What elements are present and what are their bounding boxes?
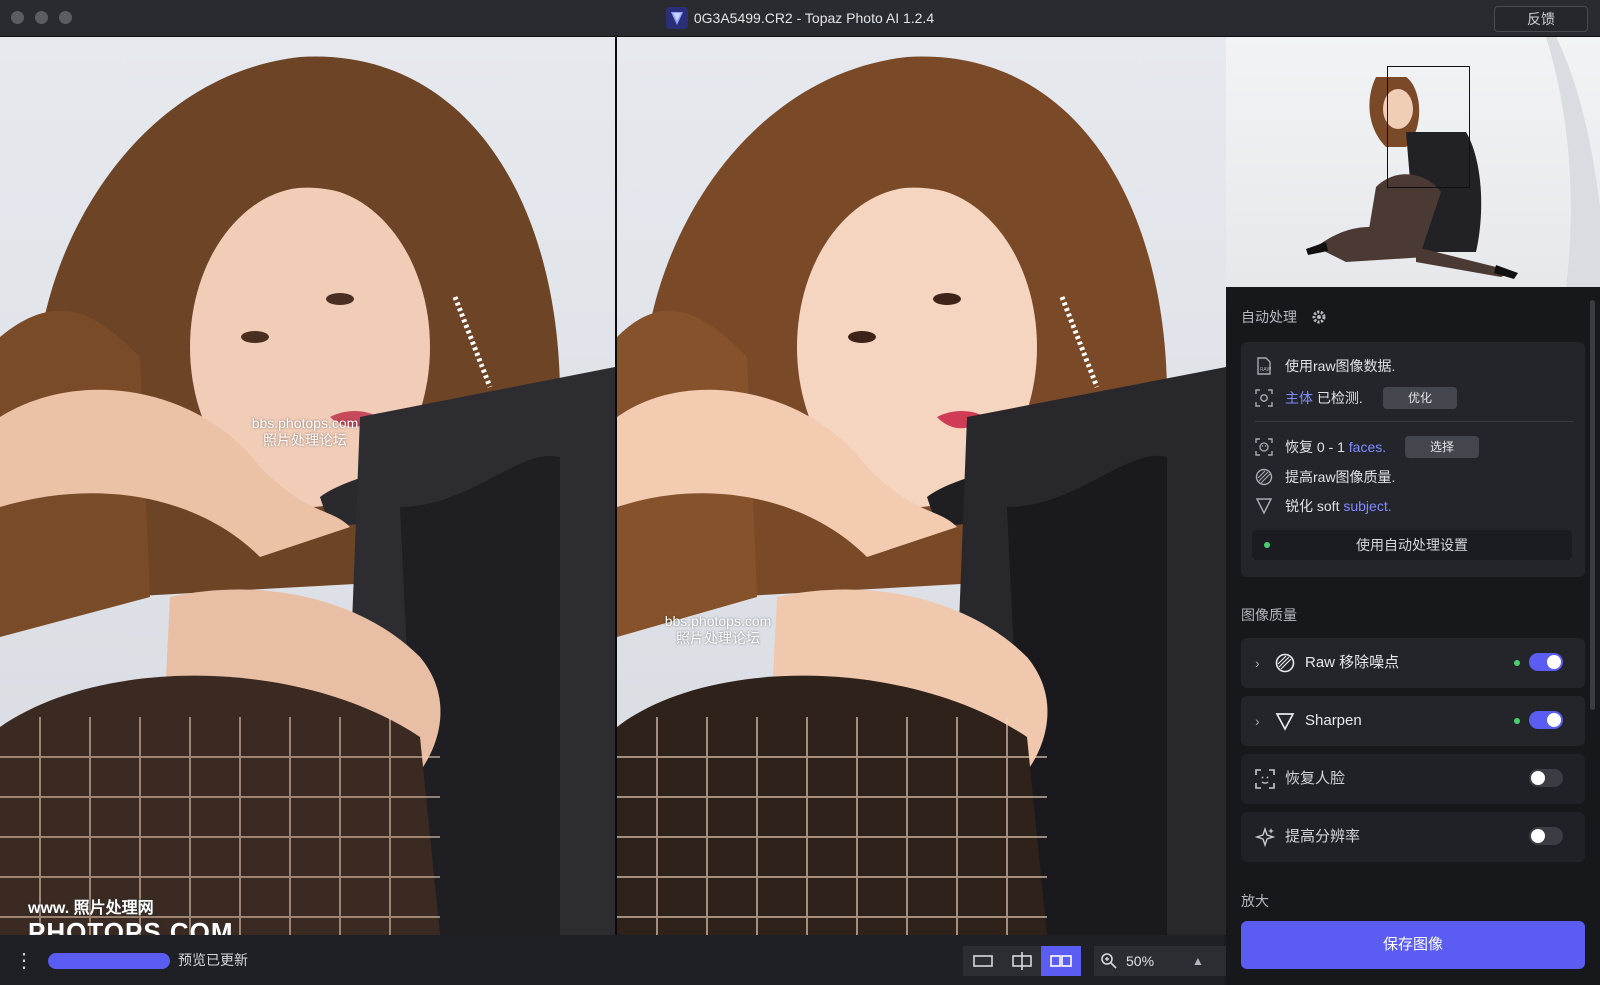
apply-autopilot-button[interactable]: 使用自动处理设置 [1252, 530, 1572, 560]
subject-link[interactable]: 主体 [1285, 390, 1313, 406]
window-title-text: 0G3A5499.CR2 - Topaz Photo AI 1.2.4 [693, 10, 935, 26]
sparkle-icon [1255, 827, 1275, 847]
title-bar: 0G3A5499.CR2 - Topaz Photo AI 1.2.4 反馈 [0, 0, 1600, 37]
filter-face-recovery[interactable]: 恢复人脸 [1241, 754, 1585, 804]
filter-name: Sharpen [1305, 712, 1362, 729]
filter-raw-denoise[interactable]: › Raw 移除噪点 [1241, 638, 1585, 688]
original-photo [0, 37, 615, 935]
gear-icon[interactable] [1311, 309, 1327, 325]
autopilot-divider [1255, 421, 1573, 422]
subject-detected-text: 主体 已检测. [1285, 388, 1363, 408]
raw-file-icon: RAW [1257, 357, 1271, 375]
face-recovery-icon [1255, 769, 1275, 789]
split-view-button[interactable] [1002, 946, 1042, 976]
watermark-right-url: bbs.photops.com [664, 613, 772, 629]
preview-progress-bar [48, 953, 170, 969]
window-title: 0G3A5499.CR2 - Topaz Photo AI 1.2.4 [0, 0, 1600, 36]
feedback-button[interactable]: 反馈 [1494, 6, 1588, 32]
filter-active-dot [1514, 660, 1520, 666]
single-view-icon [973, 954, 993, 967]
filter-toggle[interactable] [1529, 711, 1563, 729]
faces-text: 恢复 0 - 1 faces. [1285, 437, 1386, 457]
side-by-side-icon [1050, 954, 1072, 967]
watermark-left: bbs.photops.com 照片处理论坛 [245, 415, 365, 449]
chevron-right-icon[interactable]: › [1255, 696, 1260, 746]
svg-text:RAW: RAW [1260, 367, 1271, 373]
save-image-button[interactable]: 保存图像 [1241, 921, 1585, 969]
faces-prefix: 恢复 0 - 1 [1285, 439, 1345, 455]
refine-subject-button[interactable]: 优化 [1383, 387, 1457, 409]
filter-sharpen[interactable]: › Sharpen [1241, 696, 1585, 746]
watermark-right-cn: 照片处理论坛 [676, 630, 760, 646]
faces-link[interactable]: faces. [1349, 439, 1386, 455]
side-by-side-view-button[interactable] [1041, 946, 1081, 976]
sharpen-prefix: 锐化 soft [1285, 498, 1340, 514]
watermark-left-url: bbs.photops.com [251, 415, 359, 431]
sharpen-subject-link[interactable]: subject. [1343, 498, 1391, 514]
zoom-value: 50% [1126, 953, 1155, 969]
zoom-chevron-up-icon[interactable]: ▲ [1192, 952, 1204, 970]
subject-status: 已检测. [1316, 390, 1363, 406]
sharpen-text: 锐化 soft subject. [1285, 496, 1392, 516]
subject-detect-icon [1255, 389, 1273, 407]
filter-active-dot [1514, 718, 1520, 724]
select-faces-button[interactable]: 选择 [1405, 436, 1479, 458]
image-quality-title: 图像质量 [1241, 607, 1297, 623]
filter-name: 恢复人脸 [1285, 770, 1346, 787]
sharpen-icon [1275, 713, 1295, 731]
original-image-view[interactable]: bbs.photops.com 照片处理论坛 [0, 37, 615, 935]
sharpen-icon [1255, 498, 1273, 515]
panel-scrollbar[interactable] [1590, 300, 1595, 710]
watermark-left-cn: 照片处理论坛 [263, 432, 347, 448]
watermark-right: bbs.photops.com 照片处理论坛 [658, 613, 778, 647]
topaz-logo-icon [665, 7, 688, 30]
navigator-viewport-frame[interactable] [1387, 66, 1470, 188]
split-view-icon [1012, 951, 1032, 970]
raw-quality-text: 提高raw图像质量. [1285, 469, 1396, 485]
processed-photo [617, 37, 1226, 935]
processed-image-view[interactable]: bbs.photops.com 照片处理论坛 [615, 37, 1226, 935]
filter-name: 提高分辨率 [1285, 828, 1361, 845]
filter-upscale[interactable]: 提高分辨率 [1241, 812, 1585, 862]
autopilot-title: 自动处理 [1241, 309, 1297, 325]
preview-status-text: 预览已更新 [178, 952, 248, 968]
denoise-icon [1255, 468, 1273, 486]
single-view-button[interactable] [963, 946, 1003, 976]
filter-toggle[interactable] [1529, 769, 1563, 787]
filter-toggle[interactable] [1529, 653, 1563, 671]
zoom-magnifier-icon [1101, 953, 1117, 969]
site-watermark-line1: www. 照片处理网 [28, 900, 154, 917]
denoise-icon [1275, 653, 1295, 673]
chevron-right-icon[interactable]: › [1255, 638, 1260, 688]
face-recovery-icon [1255, 438, 1273, 456]
filter-name: Raw 移除噪点 [1305, 654, 1400, 671]
more-vertical-icon[interactable]: ⋮ [14, 948, 34, 974]
apply-autopilot-label: 使用自动处理设置 [1356, 537, 1468, 553]
raw-data-text: 使用raw图像数据. [1285, 358, 1396, 374]
filter-toggle[interactable] [1529, 827, 1563, 845]
upscale-title: 放大 [1241, 893, 1269, 909]
